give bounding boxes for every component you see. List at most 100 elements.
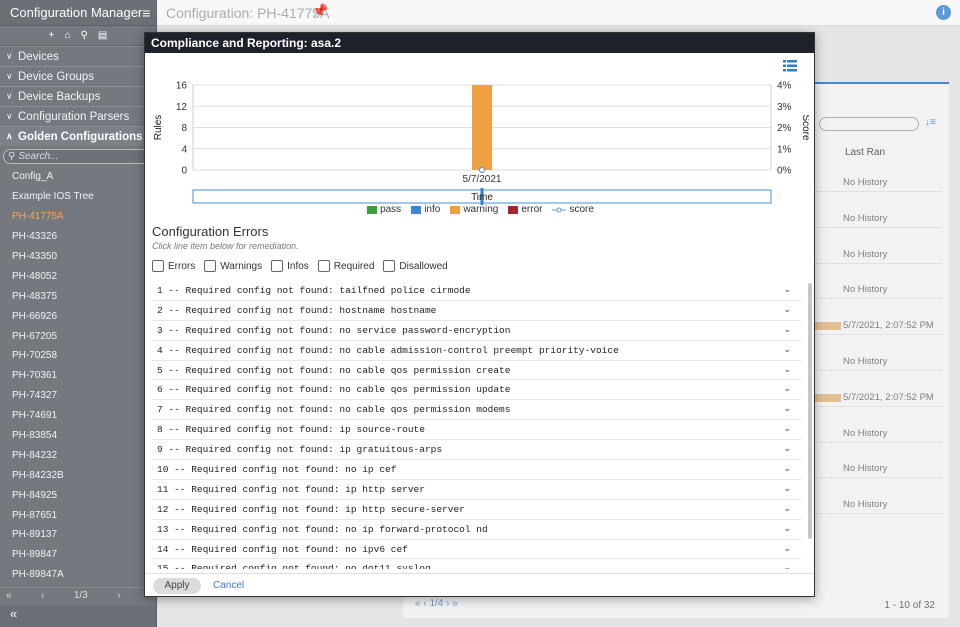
sidebar-item[interactable]: PH-83854 [0, 426, 156, 446]
error-text: 5 -- Required config not found: no cable… [157, 364, 511, 376]
filter-required[interactable]: Required [317, 260, 374, 272]
chevron-down-icon[interactable]: ⌄ [783, 284, 791, 295]
chevron-down-icon[interactable]: ⌄ [783, 383, 791, 394]
sidebar-section-4[interactable]: ∧ Golden Configurations [0, 126, 156, 146]
checkbox[interactable] [317, 260, 330, 272]
error-row[interactable]: 10 -- Required config not found: no ip c… [152, 460, 801, 480]
home-icon[interactable]: ⌂ [65, 30, 71, 41]
sidebar-item[interactable]: PH-67205 [0, 326, 156, 346]
errors-hint: Click line item below for remediation. [152, 241, 299, 251]
sidebar-item[interactable]: PH-74691 [0, 406, 156, 426]
info-icon[interactable]: i [936, 5, 951, 20]
filter-disallowed[interactable]: Disallowed [383, 260, 448, 272]
error-row[interactable]: 12 -- Required config not found: ip http… [152, 500, 801, 520]
document-icon[interactable]: ▤ [98, 30, 107, 41]
error-row[interactable]: 15 -- Required config not found: no dot1… [152, 559, 801, 569]
sidebar-item[interactable]: PH-66926 [0, 306, 156, 326]
y2-tick-label: 3% [777, 102, 792, 113]
checkbox[interactable] [204, 260, 217, 272]
error-row[interactable]: 1 -- Required config not found: tailfned… [152, 281, 801, 301]
next-page-button[interactable]: › [117, 590, 120, 601]
sidebar-item[interactable]: PH-70361 [0, 366, 156, 386]
legend-item[interactable]: pass [367, 204, 401, 215]
error-row[interactable]: 13 -- Required config not found: no ip f… [152, 520, 801, 540]
collapse-sidebar-button[interactable]: « [0, 606, 156, 627]
sidebar-section-2[interactable]: ∨ Device Backups [0, 86, 156, 106]
error-row[interactable]: 7 -- Required config not found: no cable… [152, 400, 801, 421]
chart-legend: pass info warning error score [145, 204, 816, 215]
sidebar-section-0[interactable]: ∨ Devices [0, 46, 156, 66]
x-tick-label: 5/7/2021 [463, 174, 502, 185]
error-row[interactable]: 4 -- Required config not found: no cable… [152, 341, 801, 361]
first-page-button[interactable]: « [6, 590, 12, 601]
prev-page-button[interactable]: ‹ [41, 590, 44, 601]
sidebar-toolbar: + ⌂ ⚲ ▤ [0, 26, 156, 46]
sidebar-item[interactable]: Config_A [0, 167, 156, 187]
search-icon[interactable]: ⚲ [81, 30, 88, 41]
chevron-down-icon[interactable]: ⌄ [783, 324, 791, 335]
chevron-down-icon[interactable]: ⌄ [783, 423, 791, 434]
chevron-down-icon[interactable]: ⌄ [783, 543, 791, 554]
sidebar-search-input[interactable]: ⚲ Search... [3, 149, 153, 164]
error-list-scrollbar[interactable] [808, 283, 812, 539]
search-icon: ⚲ [8, 151, 16, 162]
sidebar-item[interactable]: Example IOS Tree [0, 187, 156, 207]
chevron-down-icon[interactable]: ⌄ [783, 364, 791, 375]
chevron-down-icon[interactable]: ⌄ [783, 483, 791, 494]
sidebar-item[interactable]: PH-84232 [0, 445, 156, 465]
sidebar-item[interactable]: PH-41775A [0, 207, 156, 227]
sidebar-item[interactable]: PH-48375 [0, 286, 156, 306]
add-icon[interactable]: + [49, 30, 55, 41]
error-row[interactable]: 2 -- Required config not found: hostname… [152, 301, 801, 321]
checkbox[interactable] [383, 260, 396, 272]
error-row[interactable]: 6 -- Required config not found: no cable… [152, 380, 801, 401]
y2-tick-label: 1% [777, 144, 792, 155]
error-text: 11 -- Required config not found: ip http… [157, 483, 425, 495]
error-row[interactable]: 5 -- Required config not found: no cable… [152, 361, 801, 381]
chevron-down-icon[interactable]: ⌄ [783, 344, 791, 355]
chevron-down-icon[interactable]: ⌄ [783, 403, 791, 414]
apply-button[interactable]: Apply [153, 578, 201, 594]
error-row[interactable]: 9 -- Required config not found: ip gratu… [152, 440, 801, 461]
error-row[interactable]: 11 -- Required config not found: ip http… [152, 480, 801, 500]
sidebar-item[interactable]: PH-89137 [0, 525, 156, 545]
error-row[interactable]: 14 -- Required config not found: no ipv6… [152, 540, 801, 560]
legend-item[interactable]: score [552, 204, 594, 215]
pin-icon[interactable]: 📌 [312, 3, 328, 19]
sidebar-item[interactable]: PH-89847A [0, 565, 156, 585]
sidebar-section-1[interactable]: ∨ Device Groups [0, 66, 156, 86]
checkbox[interactable] [152, 260, 164, 272]
checkbox[interactable] [271, 260, 284, 272]
legend-item[interactable]: error [508, 204, 542, 215]
sidebar-item[interactable]: PH-43326 [0, 227, 156, 247]
legend-item[interactable]: info [411, 204, 440, 215]
chevron-down-icon[interactable]: ⌄ [783, 443, 791, 454]
sidebar-item[interactable]: PH-84232B [0, 465, 156, 485]
sidebar-item[interactable]: PH-43350 [0, 247, 156, 267]
error-text: 9 -- Required config not found: ip gratu… [157, 444, 443, 456]
chevron-down-icon[interactable]: ⌄ [783, 562, 791, 569]
list-view-icon[interactable] [783, 60, 797, 72]
sidebar-item[interactable]: PH-48052 [0, 266, 156, 286]
chevron-down-icon[interactable]: ⌄ [783, 503, 791, 514]
filter-infos[interactable]: Infos [271, 260, 309, 272]
chevron-down-icon[interactable]: ⌄ [783, 523, 791, 534]
sidebar-item[interactable]: PH-84925 [0, 485, 156, 505]
filter-warnings[interactable]: Warnings [204, 260, 262, 272]
bar-warning[interactable] [472, 85, 492, 170]
hamburger-menu-icon[interactable]: ≡ [142, 5, 150, 21]
sidebar-item[interactable]: PH-89847 [0, 545, 156, 565]
legend-item[interactable]: warning [450, 204, 498, 215]
error-row[interactable]: 3 -- Required config not found: no servi… [152, 321, 801, 341]
y-tick-label: 16 [176, 81, 188, 92]
chevron-down-icon[interactable]: ⌄ [783, 304, 791, 315]
sidebar-section-3[interactable]: ∨ Configuration Parsers [0, 106, 156, 126]
sidebar-item[interactable]: PH-87651 [0, 505, 156, 525]
score-point[interactable] [478, 166, 486, 174]
sidebar-item[interactable]: PH-70258 [0, 346, 156, 366]
cancel-button[interactable]: Cancel [213, 580, 244, 591]
filter-errors[interactable]: Errors [152, 260, 195, 272]
error-row[interactable]: 8 -- Required config not found: ip sourc… [152, 420, 801, 441]
chevron-down-icon[interactable]: ⌄ [783, 463, 791, 474]
sidebar-item[interactable]: PH-74327 [0, 386, 156, 406]
